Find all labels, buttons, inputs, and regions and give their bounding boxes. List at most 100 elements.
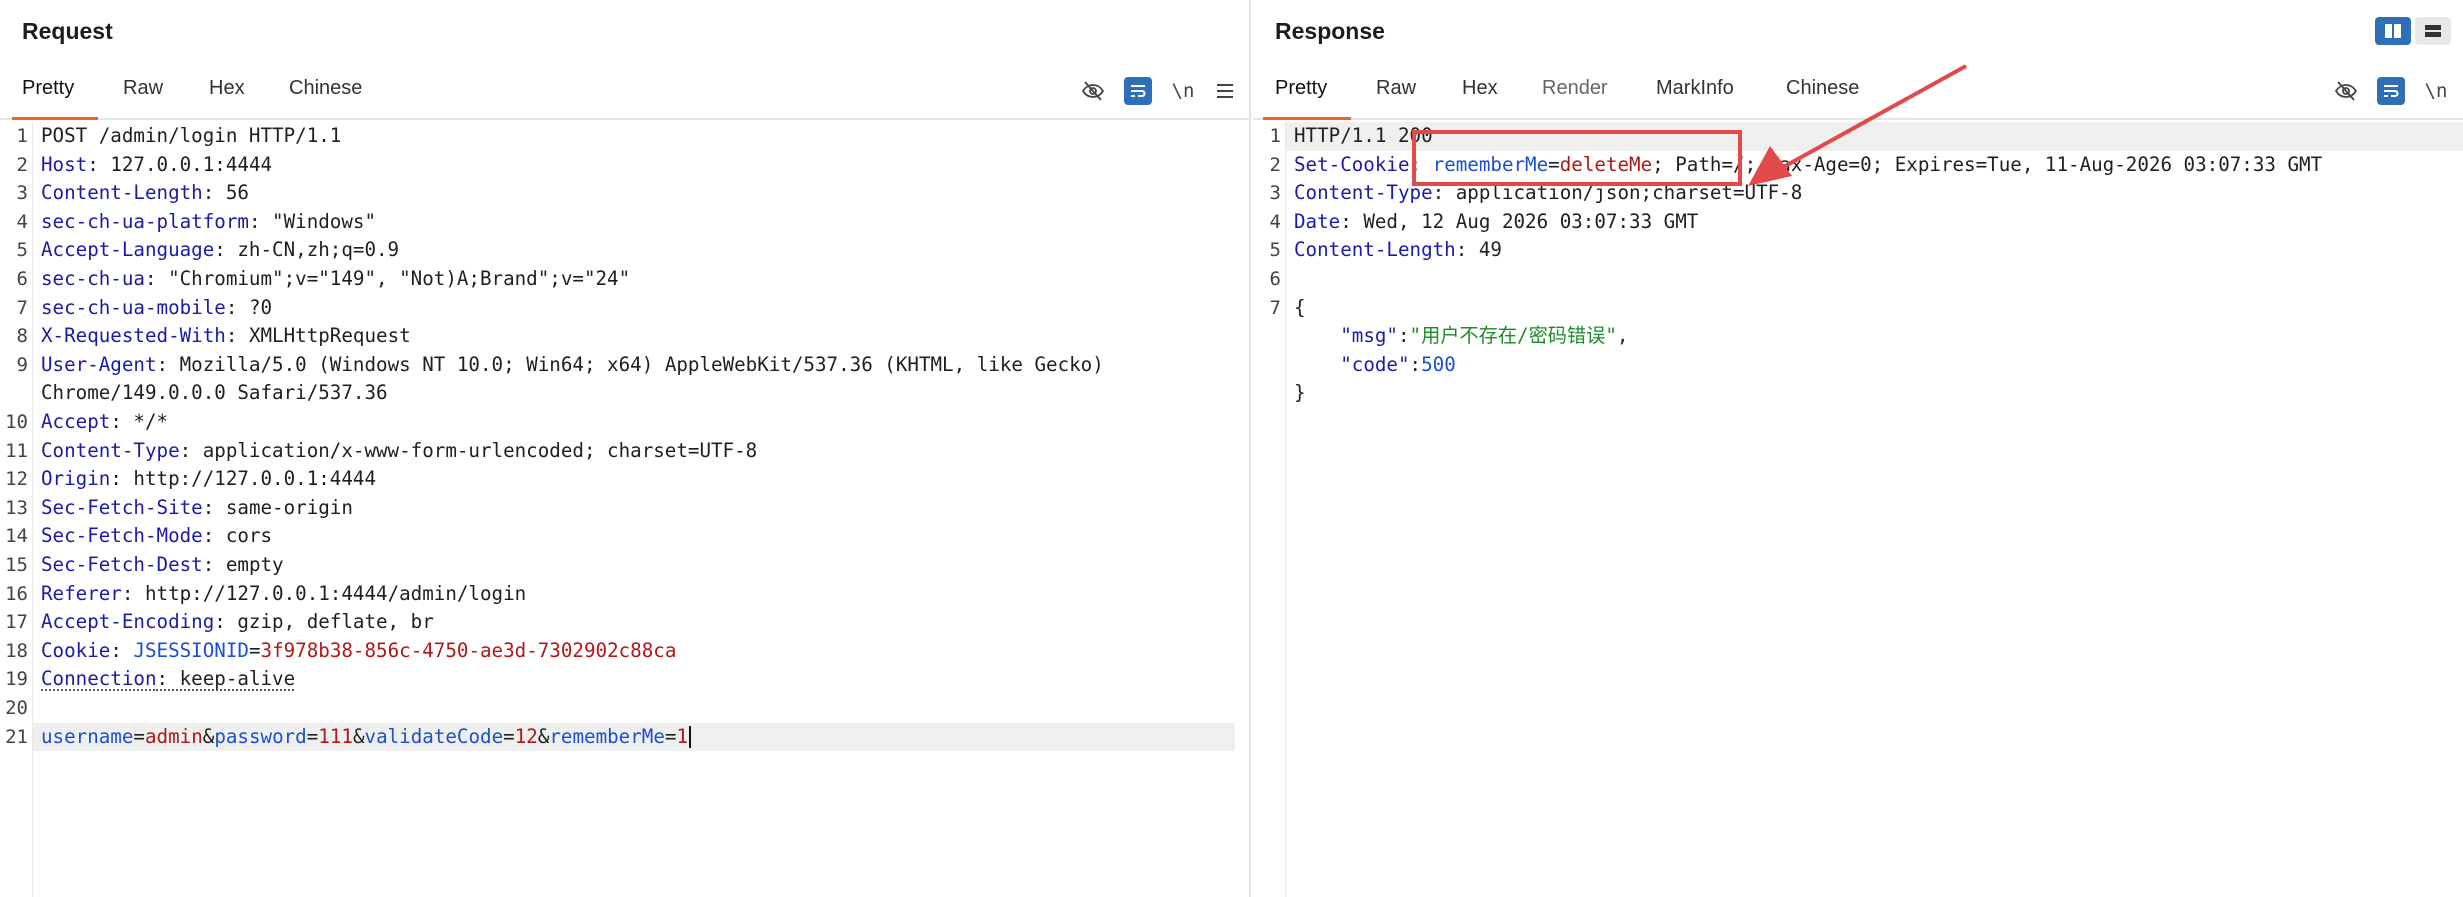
- code-token: &: [352, 724, 365, 748]
- code-line: 18 Cookie: JSESSIONID=3f978b38-856c-4750-…: [0, 637, 1249, 666]
- code-line: 14 Sec-Fetch-Mode: cors: [0, 522, 1249, 551]
- line-number: 19: [5, 668, 28, 691]
- line-number: 20: [5, 697, 28, 719]
- code-token: password: [214, 724, 307, 748]
- hide-nonprintable-icon[interactable]: [1078, 76, 1108, 106]
- code-token: username: [41, 724, 134, 748]
- request-title: Request: [22, 18, 113, 44]
- code-text: Accept-Language: zh-CN,zh;q=0.9: [41, 236, 399, 265]
- code-line: 20: [0, 694, 1249, 723]
- newline-toggle[interactable]: \n: [2421, 76, 2451, 106]
- code-token: : XMLHttpRequest: [225, 324, 411, 348]
- line-number: 7: [1269, 296, 1281, 319]
- code-line: 12 Origin: http://127.0.0.1:4444: [0, 465, 1249, 494]
- code-line: 9 User-Agent: Mozilla/5.0 (Windows NT 10.…: [0, 351, 1249, 380]
- code-token: : Mozilla/5.0 (Windows NT 10.0; Win64; x…: [156, 352, 1104, 376]
- request-editor[interactable]: 1 POST /admin/login HTTP/1.1 2 Host: 127.0.…: [0, 122, 1249, 897]
- tab-raw[interactable]: Raw: [123, 77, 163, 112]
- tab-hex[interactable]: Hex: [1462, 77, 1498, 112]
- line-number: 10: [5, 411, 28, 433]
- code-token: Sec-Fetch-Mode: [41, 524, 203, 548]
- code-text: Accept-Encoding: gzip, deflate, br: [41, 608, 434, 637]
- code-token: :: [110, 638, 134, 662]
- annotation-arrow-icon: [1748, 64, 1967, 186]
- newline-toggle[interactable]: \n: [1168, 76, 1198, 106]
- code-token: Referer: [41, 581, 122, 605]
- code-token: : */*: [110, 410, 169, 433]
- code-token: validateCode: [364, 724, 504, 748]
- code-token: 12: [514, 724, 538, 748]
- code-token: User-Agent: [41, 352, 157, 376]
- code-token: : keep-alive: [156, 667, 296, 691]
- code-line: "code":500: [1253, 351, 2463, 380]
- tab-pretty[interactable]: Pretty: [1275, 77, 1327, 112]
- code-token: &: [537, 724, 550, 748]
- response-editor[interactable]: 1 HTTP/1.1 200 2 Set-Cookie: rememberMe=del…: [1253, 122, 2463, 897]
- code-line: 7 sec-ch-ua-mobile: ?0: [0, 294, 1249, 323]
- code-token: : 56: [202, 181, 249, 205]
- code-token: Content-Type: [41, 438, 180, 462]
- tab-chinese[interactable]: Chinese: [289, 77, 362, 112]
- code-text: Sec-Fetch-Site: same-origin: [41, 494, 353, 523]
- code-token: Sec-Fetch-Site: [41, 495, 203, 519]
- line-number: 2: [16, 153, 28, 176]
- code-token: 3f978b38-856c-4750-ae3d-7302902c88ca: [260, 638, 677, 662]
- code-text: {: [1294, 294, 1306, 323]
- code-line: 21 username=admin&password=111&validateCo…: [5, 722, 1235, 752]
- code-text: Date: Wed, 12 Aug 2026 03:07:33 GMT: [1294, 208, 1698, 237]
- code-token: =: [664, 724, 677, 748]
- menu-icon[interactable]: [1210, 76, 1240, 106]
- line-number: 17: [5, 611, 28, 634]
- tab-raw[interactable]: Raw: [1376, 77, 1416, 112]
- code-token: X-Requested-With: [41, 324, 226, 348]
- side-by-side-layout-icon[interactable]: [2375, 17, 2411, 45]
- request-panel: Request Pretty Raw Hex Chinese \n 1 POST …: [0, 0, 1251, 897]
- code-token: : ?0: [225, 295, 273, 319]
- stacked-layout-icon[interactable]: [2415, 17, 2451, 45]
- code-text: Content-Type: application/x-www-form-url…: [41, 437, 757, 466]
- text-caret: [689, 726, 692, 749]
- code-text: Referer: http://127.0.0.1:4444/admin/log…: [41, 580, 526, 609]
- code-token: Connection: [41, 667, 157, 691]
- code-line: 2 Host: 127.0.0.1:4444: [0, 151, 1249, 180]
- code-token: 111: [318, 724, 353, 748]
- code-text: Chrome/149.0.0.0 Safari/537.36: [41, 379, 388, 408]
- code-text: Sec-Fetch-Mode: cors: [41, 522, 272, 551]
- code-token: Cookie: [41, 638, 111, 662]
- tab-pretty[interactable]: Pretty: [22, 77, 74, 112]
- code-token: Content-Length: [1294, 238, 1456, 262]
- code-token: "code": [1340, 352, 1410, 376]
- tab-render[interactable]: Render: [1542, 77, 1608, 112]
- line-number: 6: [1269, 268, 1281, 290]
- code-token: : http://127.0.0.1:4444/admin/login: [121, 581, 527, 605]
- line-number: 12: [5, 468, 28, 491]
- code-token: admin: [144, 724, 203, 748]
- word-wrap-icon[interactable]: [2377, 77, 2405, 105]
- line-number: 11: [5, 439, 28, 462]
- code-token: =: [248, 638, 261, 662]
- request-tabbar: Pretty Raw Hex Chinese \n: [0, 66, 1249, 120]
- tab-hex[interactable]: Hex: [209, 77, 245, 112]
- response-title: Response: [1275, 18, 1385, 44]
- code-token: Chrome/149.0.0.0 Safari/537.36: [41, 381, 388, 405]
- code-token: sec-ch-ua-mobile: [41, 295, 226, 319]
- code-token: }: [1294, 381, 1306, 405]
- active-tab-indicator: [12, 117, 98, 120]
- code-token: rememberMe: [549, 724, 665, 748]
- code-text: Content-Length: 49: [1294, 236, 1502, 265]
- hide-nonprintable-icon[interactable]: [2331, 76, 2361, 106]
- code-line: 19 Connection: keep-alive: [0, 665, 1249, 694]
- code-token: :: [1397, 324, 1410, 348]
- code-line: 13 Sec-Fetch-Site: same-origin: [0, 494, 1249, 523]
- word-wrap-icon[interactable]: [1124, 77, 1152, 105]
- code-text: "code":500: [1294, 351, 1456, 380]
- tab-markinfo[interactable]: MarkInfo: [1656, 77, 1734, 112]
- code-text: X-Requested-With: XMLHttpRequest: [41, 322, 411, 351]
- active-tab-indicator: [1263, 117, 1351, 120]
- code-token: &: [202, 724, 215, 748]
- code-line: 4 sec-ch-ua-platform: "Windows": [0, 208, 1249, 237]
- code-line: 3 Content-Length: 56: [0, 179, 1249, 208]
- code-token: : zh-CN,zh;q=0.9: [214, 238, 400, 262]
- line-number: 3: [16, 182, 28, 205]
- code-token: Content-Length: [41, 181, 203, 205]
